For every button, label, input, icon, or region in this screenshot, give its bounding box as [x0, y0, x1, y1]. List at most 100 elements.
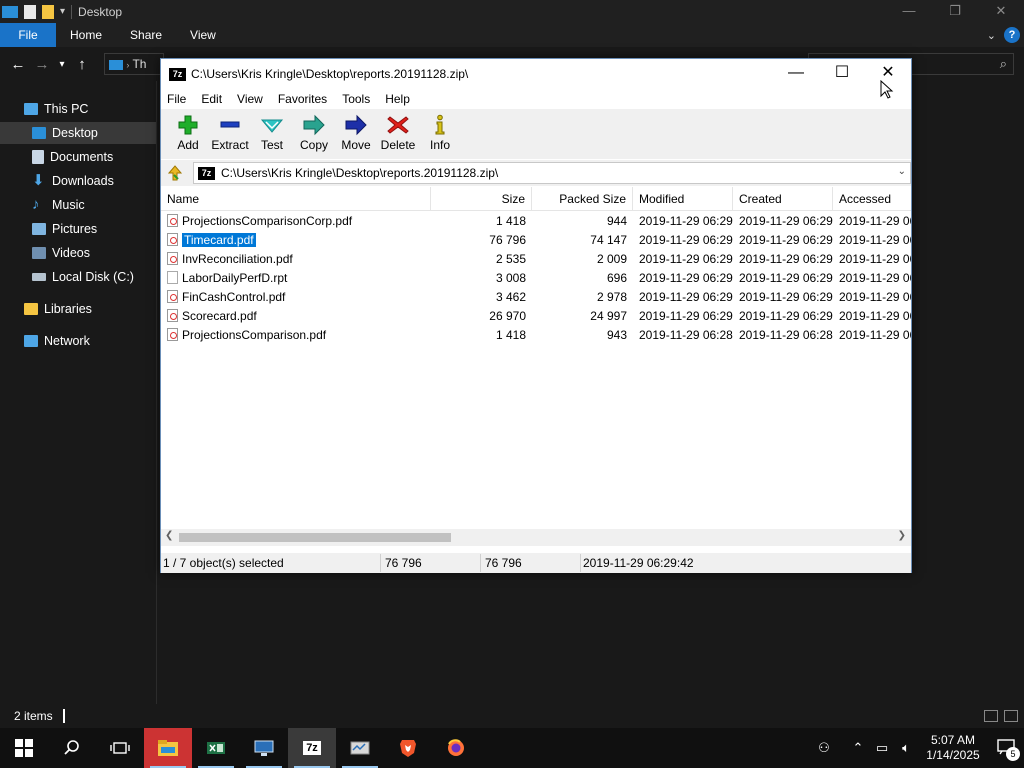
system-monitor-icon: [350, 741, 370, 755]
sidebar-item-downloads[interactable]: ⬇ Downloads: [32, 170, 114, 192]
sidebar-item-network[interactable]: Network: [24, 330, 90, 352]
parent-folder-icon[interactable]: [165, 163, 185, 183]
horizontal-scrollbar[interactable]: ❮ ❯: [161, 529, 911, 546]
cell-size: 1 418: [495, 213, 526, 228]
recent-locations-chevron-icon[interactable]: ▾: [54, 59, 70, 70]
volume-icon[interactable]: 🔈︎: [894, 740, 918, 756]
sidebar-item-desktop[interactable]: Desktop: [0, 122, 156, 144]
sidebar-item-label: This PC: [44, 102, 89, 116]
extract-button[interactable]: Extract: [209, 109, 251, 152]
table-row[interactable]: ProjectionsComparisonCorp.pdf 1 418 944 201…: [161, 211, 911, 230]
ribbon-tab-share[interactable]: Share: [116, 23, 176, 47]
new-folder-icon[interactable]: [42, 4, 54, 19]
cell-modified: 2019-11-29 06:29: [639, 308, 733, 323]
taskbar-app-excel-like[interactable]: [192, 728, 240, 768]
7zip-toolbar: Add Extract Test Copy Move Delete Info: [161, 109, 911, 159]
taskbar-file-explorer[interactable]: [144, 728, 192, 768]
table-row[interactable]: Scorecard.pdf 26 970 24 997 2019-11-29 06:2…: [161, 306, 911, 325]
address-path: C:\Users\Kris Kringle\Desktop\reports.20…: [221, 166, 499, 180]
7zip-minimize-button[interactable]: —: [773, 59, 819, 89]
file-name: LaborDailyPerfD.rpt: [182, 270, 288, 285]
notifications-icon[interactable]: 5: [988, 738, 1024, 761]
taskbar-firefox[interactable]: [432, 728, 480, 768]
taskbar-brave[interactable]: [384, 728, 432, 768]
add-button[interactable]: Add: [167, 109, 209, 152]
taskbar-7zip[interactable]: 7z: [288, 728, 336, 768]
delete-button[interactable]: Delete: [377, 109, 419, 152]
delete-x-icon: [387, 116, 409, 134]
scrollbar-thumb[interactable]: [179, 533, 451, 542]
explorer-close-button[interactable]: ✕: [978, 0, 1024, 23]
properties-icon[interactable]: [24, 4, 36, 19]
sidebar-item-this-pc[interactable]: This PC: [24, 98, 88, 120]
test-button[interactable]: Test: [251, 109, 293, 152]
sidebar-item-local-disk[interactable]: Local Disk (C:): [32, 266, 134, 288]
start-button[interactable]: [0, 728, 48, 768]
task-view-button[interactable]: [96, 728, 144, 768]
copy-button[interactable]: Copy: [293, 109, 335, 152]
address-dropdown-chevron-icon[interactable]: ⌄: [898, 166, 906, 177]
taskbar-app-monitor[interactable]: [336, 728, 384, 768]
7zip-address-bar[interactable]: 7z C:\Users\Kris Kringle\Desktop\reports…: [193, 162, 911, 184]
taskbar-clock[interactable]: 5:07 AM 1/14/2025: [918, 733, 988, 763]
sidebar-item-videos[interactable]: Videos: [32, 242, 90, 264]
table-row[interactable]: FinCashControl.pdf 3 462 2 978 2019-11-29 0…: [161, 287, 911, 306]
table-row[interactable]: LaborDailyPerfD.rpt 3 008 696 2019-11-29 06…: [161, 268, 911, 287]
column-header-modified[interactable]: Modified: [633, 187, 733, 211]
explorer-minimize-button[interactable]: —: [886, 0, 932, 23]
help-icon[interactable]: ?: [1004, 27, 1020, 43]
column-header-accessed[interactable]: Accessed: [833, 187, 911, 211]
large-icons-view-icon[interactable]: [1004, 710, 1018, 722]
menu-edit[interactable]: Edit: [201, 92, 222, 106]
column-header-packed-size[interactable]: Packed Size: [532, 187, 633, 211]
status-separator: [62, 709, 65, 723]
menu-tools[interactable]: Tools: [342, 92, 370, 106]
sidebar-item-music[interactable]: ♪ Music: [32, 194, 85, 216]
sidebar-item-documents[interactable]: Documents: [32, 146, 113, 168]
menu-file[interactable]: File: [167, 92, 186, 106]
7zip-logo-icon: 7z: [169, 67, 186, 81]
table-row[interactable]: ProjectionsComparison.pdf 1 418 943 2019-11…: [161, 325, 911, 344]
ribbon-tab-view[interactable]: View: [176, 23, 230, 47]
up-arrow-icon[interactable]: ↑: [70, 56, 94, 73]
expand-ribbon-chevron-icon[interactable]: ⌄: [987, 29, 996, 42]
move-button[interactable]: Move: [335, 109, 377, 152]
table-row[interactable]: InvReconciliation.pdf 2 535 2 009 2019-11-2…: [161, 249, 911, 268]
customize-toolbar-chevron-icon[interactable]: ▾: [60, 6, 65, 17]
taskbar-app-remote[interactable]: [240, 728, 288, 768]
menu-favorites[interactable]: Favorites: [278, 92, 327, 106]
menu-help[interactable]: Help: [385, 92, 410, 106]
remote-desktop-icon: [254, 740, 274, 756]
sidebar-item-libraries[interactable]: Libraries: [24, 298, 92, 320]
details-view-icon[interactable]: [984, 710, 998, 722]
cell-size: 3 462: [495, 289, 526, 304]
forward-arrow-icon[interactable]: →: [30, 56, 54, 73]
back-arrow-icon[interactable]: ←: [6, 56, 30, 73]
file-explorer-icon: [158, 740, 178, 756]
column-header-name[interactable]: Name: [161, 187, 431, 211]
people-icon[interactable]: ⚇: [812, 740, 836, 756]
cell-size: 1 418: [495, 327, 526, 342]
info-button[interactable]: Info: [419, 109, 461, 152]
scroll-right-arrow-icon[interactable]: ❯: [898, 530, 906, 541]
taskbar-search-button[interactable]: [48, 728, 96, 768]
7zip-window: 7z C:\Users\Kris Kringle\Desktop\reports…: [160, 58, 912, 573]
7zip-address-row: 7z C:\Users\Kris Kringle\Desktop\reports…: [161, 160, 911, 186]
show-hidden-icons-chevron-icon[interactable]: ⌃: [846, 740, 870, 756]
7zip-titlebar: 7z C:\Users\Kris Kringle\Desktop\reports…: [161, 59, 911, 89]
explorer-address-bar[interactable]: › Th: [104, 53, 164, 75]
table-row[interactable]: Timecard.pdf 76 796 74 147 2019-11-29 06:29…: [161, 230, 911, 249]
cell-name: LaborDailyPerfD.rpt: [161, 271, 431, 285]
explorer-restore-button[interactable]: ❐: [932, 0, 978, 23]
pdf-file-icon: [167, 328, 178, 341]
scroll-left-arrow-icon[interactable]: ❮: [165, 530, 173, 541]
column-header-size[interactable]: Size: [431, 187, 532, 211]
sidebar-item-pictures[interactable]: Pictures: [32, 218, 97, 240]
7zip-maximize-button[interactable]: ☐: [819, 59, 865, 89]
file-rows: ProjectionsComparisonCorp.pdf 1 418 944 201…: [161, 211, 911, 344]
network-status-icon[interactable]: ▭: [870, 740, 894, 756]
menu-view[interactable]: View: [237, 92, 263, 106]
ribbon-tab-home[interactable]: Home: [56, 23, 116, 47]
ribbon-tab-file[interactable]: File: [0, 23, 56, 47]
column-header-created[interactable]: Created: [733, 187, 833, 211]
